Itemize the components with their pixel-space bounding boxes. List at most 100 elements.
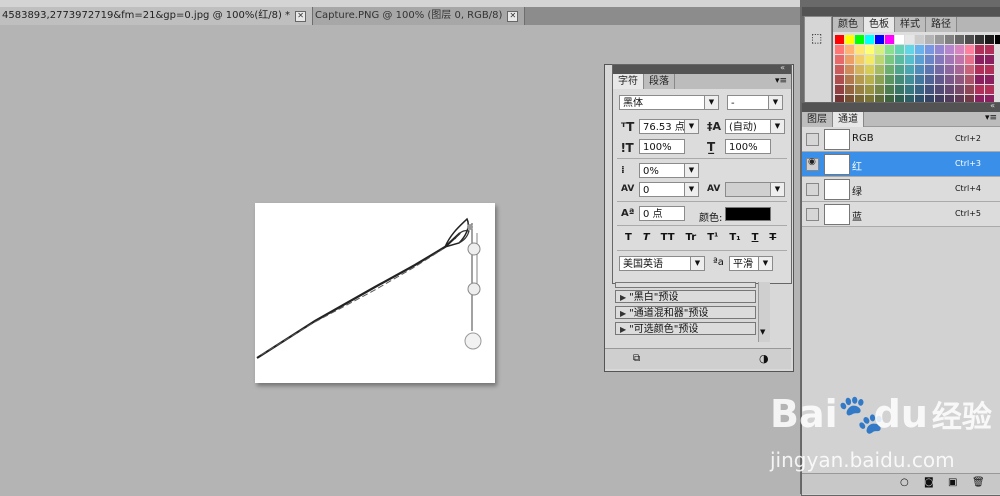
swatches-tool-icon[interactable]: ⬚ (811, 31, 822, 45)
swatch[interactable] (855, 65, 864, 74)
swatch[interactable] (875, 65, 884, 74)
swatch[interactable] (845, 55, 854, 64)
dock-collapse-bar[interactable] (802, 7, 1000, 16)
swatch[interactable] (845, 45, 854, 54)
swatch[interactable] (895, 45, 904, 54)
swatch[interactable] (945, 85, 954, 94)
swatch[interactable] (875, 85, 884, 94)
swatch[interactable] (915, 85, 924, 94)
underline-button[interactable]: T (752, 232, 759, 243)
swatch[interactable] (905, 85, 914, 94)
swatch[interactable] (885, 35, 894, 44)
swatch[interactable] (965, 75, 974, 84)
swatch[interactable] (915, 55, 924, 64)
document-canvas[interactable] (255, 203, 495, 383)
swatch[interactable] (835, 35, 844, 44)
swatch[interactable] (965, 85, 974, 94)
swatch[interactable] (885, 55, 894, 64)
horizontal-scale-field[interactable]: 100% (725, 139, 771, 154)
swatch[interactable] (955, 75, 964, 84)
swatch[interactable] (905, 45, 914, 54)
swatch-grid[interactable] (835, 35, 1000, 104)
tracking-field[interactable]: ▼ (725, 182, 785, 197)
swatch[interactable] (935, 45, 944, 54)
swatch[interactable] (865, 85, 874, 94)
swatch[interactable] (905, 55, 914, 64)
swatch[interactable] (935, 65, 944, 74)
tab-channels[interactable]: 通道 (833, 112, 864, 127)
swatch[interactable] (905, 35, 914, 44)
swatch[interactable] (925, 55, 934, 64)
swatch[interactable] (945, 35, 954, 44)
swatch[interactable] (835, 85, 844, 94)
swatch[interactable] (925, 65, 934, 74)
swatch[interactable] (885, 75, 894, 84)
swatch[interactable] (985, 45, 994, 54)
subscript-button[interactable]: T₁ (729, 232, 740, 243)
eye-icon[interactable]: ◉ (806, 157, 819, 171)
swatch[interactable] (985, 75, 994, 84)
all-caps-button[interactable]: TT (661, 232, 675, 243)
small-caps-button[interactable]: Tr (686, 232, 697, 243)
swatch[interactable] (875, 75, 884, 84)
close-icon[interactable]: ✕ (295, 10, 307, 22)
swatch[interactable] (835, 65, 844, 74)
collapse-icon[interactable]: « (990, 101, 995, 110)
swatch[interactable] (975, 65, 984, 74)
swatch[interactable] (985, 55, 994, 64)
panel-menu-icon[interactable]: ▾≡ (985, 113, 997, 123)
swatch[interactable] (945, 55, 954, 64)
swatch[interactable] (835, 75, 844, 84)
swatch[interactable] (925, 75, 934, 84)
channel-row-blue[interactable]: 蓝 Ctrl+5 (802, 202, 1000, 227)
swatch[interactable] (945, 45, 954, 54)
swatch[interactable] (885, 65, 894, 74)
swatch[interactable] (945, 65, 954, 74)
faux-bold-button[interactable]: T (625, 232, 632, 243)
swatch[interactable] (985, 65, 994, 74)
swatch[interactable] (955, 35, 964, 44)
tab-paths[interactable]: 路径 (926, 17, 957, 32)
swatch[interactable] (845, 35, 854, 44)
tab-layers[interactable]: 图层 (802, 112, 833, 127)
swatch[interactable] (905, 75, 914, 84)
swatch[interactable] (845, 65, 854, 74)
swatch[interactable] (965, 35, 974, 44)
swatch[interactable] (935, 85, 944, 94)
channel-row-rgb[interactable]: RGB Ctrl+2 (802, 127, 1000, 152)
faux-italic-button[interactable]: T (643, 232, 650, 243)
tsume-field[interactable]: 0% ▼ (639, 163, 699, 178)
swatch[interactable] (855, 85, 864, 94)
visibility-toggle[interactable] (806, 208, 819, 221)
swatch[interactable] (955, 85, 964, 94)
swatch[interactable] (895, 55, 904, 64)
chevron-down-icon[interactable]: ▼ (760, 328, 765, 336)
swatch[interactable] (915, 75, 924, 84)
swatch[interactable] (955, 55, 964, 64)
swatch[interactable] (965, 45, 974, 54)
superscript-button[interactable]: T¹ (707, 232, 718, 243)
tab-swatches[interactable]: 色板 (864, 17, 895, 32)
swatch[interactable] (925, 85, 934, 94)
swatch[interactable] (935, 35, 944, 44)
swatch[interactable] (965, 55, 974, 64)
swatch[interactable] (865, 55, 874, 64)
swatch[interactable] (835, 55, 844, 64)
swatch[interactable] (965, 65, 974, 74)
swatch[interactable] (975, 35, 984, 44)
swatch[interactable] (855, 35, 864, 44)
save-selection-icon[interactable]: ◙ (924, 477, 934, 488)
tab-paragraph[interactable]: 段落 (644, 74, 675, 89)
swatch[interactable] (835, 45, 844, 54)
character-panel-titlebar[interactable]: « (613, 63, 791, 74)
swatch[interactable] (955, 65, 964, 74)
close-icon[interactable]: ✕ (507, 10, 519, 22)
swatch[interactable] (945, 75, 954, 84)
visibility-toggle[interactable] (806, 133, 819, 146)
swatch[interactable] (855, 75, 864, 84)
tab-color[interactable]: 颜色 (833, 17, 864, 32)
document-tab-capture[interactable]: Capture.PNG @ 100% (图层 0, RGB/8) ✕ (313, 7, 526, 25)
swatch[interactable] (925, 45, 934, 54)
swatch[interactable] (925, 35, 934, 44)
document-tab-active[interactable]: 4583893,2773972719&fm=21&gp=0.jpg @ 100%… (0, 7, 314, 25)
